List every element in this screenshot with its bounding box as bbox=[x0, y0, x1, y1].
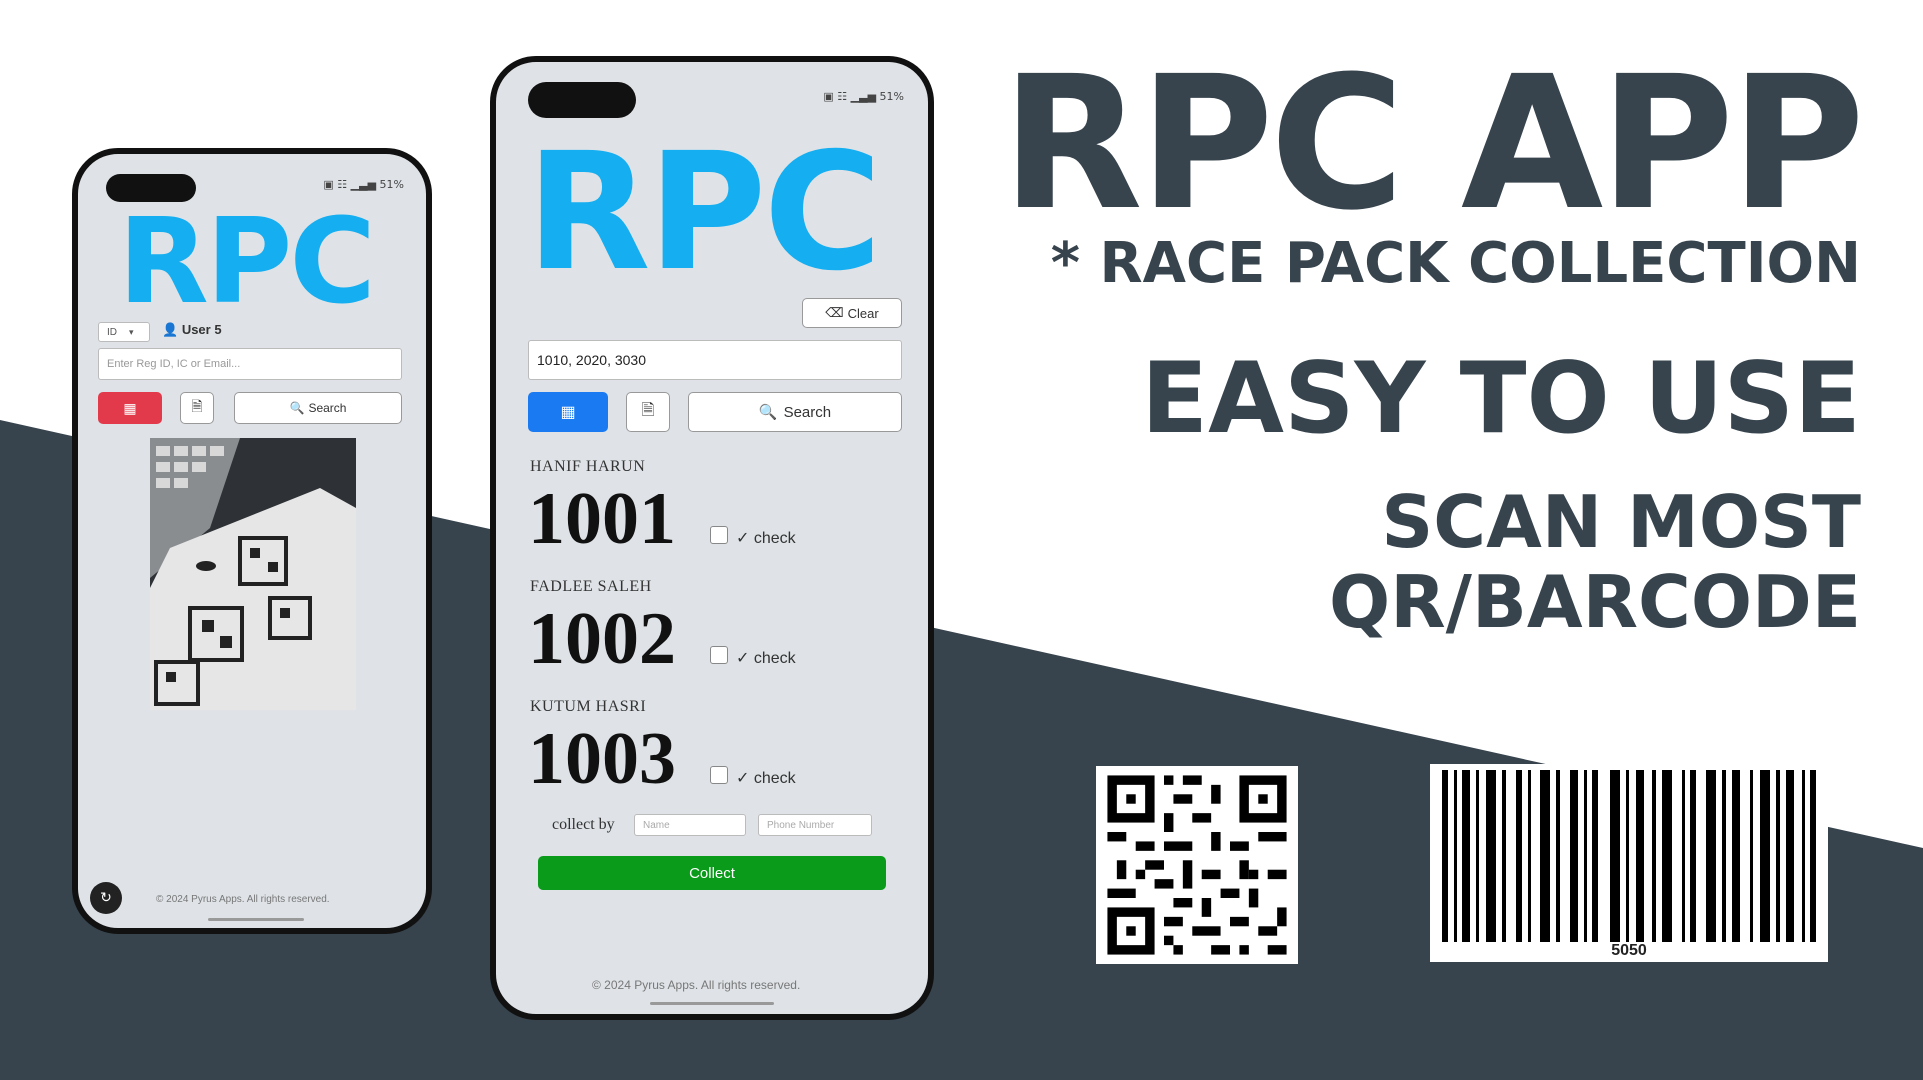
search-button-label: Search bbox=[308, 401, 347, 415]
result-checkbox[interactable] bbox=[710, 766, 728, 784]
phone-left: ▣ ☷ ▁▃▅ 51% RPC ID ▾ 👤 User 5 Enter Reg … bbox=[72, 148, 432, 934]
search-button[interactable]: 🔍 Search bbox=[234, 392, 402, 424]
scan-button[interactable]: ▦ bbox=[98, 392, 162, 424]
clear-button-label: Clear bbox=[847, 305, 879, 321]
home-indicator bbox=[650, 1002, 774, 1005]
eraser-icon: ⌫ bbox=[825, 305, 844, 320]
barcode-graphic: 5050 bbox=[1430, 764, 1828, 962]
search-placeholder: Enter Reg ID, IC or Email... bbox=[107, 358, 241, 370]
qr-scan-icon: ▦ bbox=[123, 399, 137, 416]
search-input[interactable]: 1010, 2020, 3030 bbox=[528, 340, 902, 380]
id-type-select[interactable]: ID ▾ bbox=[98, 322, 150, 342]
file-button[interactable]: 🗎 bbox=[626, 392, 670, 432]
hero-subtitle: * RACE PACK COLLECTION bbox=[1050, 231, 1861, 296]
phone-placeholder: Phone Number bbox=[767, 819, 835, 831]
search-button[interactable]: 🔍 Search bbox=[688, 392, 902, 432]
collect-button[interactable]: Collect bbox=[538, 856, 886, 890]
barcode-bars bbox=[1442, 770, 1816, 942]
result-check-label: ✓ check bbox=[736, 770, 796, 787]
camera-notch bbox=[528, 82, 636, 118]
result-name: HANIF HARUN bbox=[530, 458, 646, 475]
hero-tagline: EASY TO USE bbox=[1141, 342, 1861, 456]
hero-scan-line2: QR/BARCODE bbox=[1329, 560, 1861, 644]
file-icon: 🗎 bbox=[191, 398, 203, 414]
result-check-label: ✓ check bbox=[736, 650, 796, 667]
collect-button-label: Collect bbox=[689, 864, 735, 882]
qr-code-graphic bbox=[1096, 766, 1298, 964]
search-input[interactable]: Enter Reg ID, IC or Email... bbox=[98, 348, 402, 380]
user-icon: 👤 bbox=[162, 322, 179, 337]
app-logo: RPC bbox=[526, 119, 882, 307]
search-button-label: Search bbox=[783, 403, 832, 421]
result-name: KUTUM HASRI bbox=[530, 698, 647, 715]
status-bar: ▣ ☷ ▁▃▅ 51% bbox=[323, 178, 404, 191]
phone-right: ▣ ☷ ▁▃▅ 51% RPC ⌫ Clear 1010, 2020, 3030… bbox=[490, 56, 934, 1020]
hero-scan-line1: SCAN MOST bbox=[1381, 480, 1861, 564]
result-name: FADLEE SALEH bbox=[530, 578, 652, 595]
collect-by-label: collect by bbox=[552, 816, 615, 833]
result-number: 1001 bbox=[528, 478, 676, 560]
barcode-value: 5050 bbox=[1611, 942, 1647, 959]
result-number: 1003 bbox=[528, 718, 676, 800]
search-icon: 🔍 bbox=[289, 401, 305, 415]
footer-text: © 2024 Pyrus Apps. All rights reserved. bbox=[592, 978, 801, 992]
file-icon: 🗎 bbox=[641, 401, 655, 419]
file-button[interactable]: 🗎 bbox=[180, 392, 214, 424]
app-logo: RPC bbox=[118, 192, 376, 330]
user-label: User 5 bbox=[181, 322, 222, 337]
search-icon: 🔍 bbox=[758, 404, 778, 421]
hero-title: RPC APP bbox=[1001, 37, 1865, 251]
select-value: ID bbox=[107, 326, 117, 338]
result-checkbox[interactable] bbox=[710, 646, 728, 664]
search-value: 1010, 2020, 3030 bbox=[537, 352, 646, 368]
footer-text: © 2024 Pyrus Apps. All rights reserved. bbox=[156, 894, 330, 905]
chevron-down-icon: ▾ bbox=[129, 326, 134, 337]
result-check-label: ✓ check bbox=[736, 530, 796, 547]
status-bar: ▣ ☷ ▁▃▅ 51% bbox=[823, 90, 904, 103]
camera-preview bbox=[150, 438, 356, 710]
collector-phone-input[interactable]: Phone Number bbox=[758, 814, 872, 836]
user-indicator: 👤 User 5 bbox=[162, 322, 222, 338]
result-number: 1002 bbox=[528, 598, 676, 680]
floating-action-icon[interactable]: ↻ bbox=[90, 882, 122, 914]
result-checkbox[interactable] bbox=[710, 526, 728, 544]
clear-button[interactable]: ⌫ Clear bbox=[802, 298, 902, 328]
qr-scan-icon: ▦ bbox=[560, 404, 576, 421]
home-indicator bbox=[208, 918, 304, 921]
name-placeholder: Name bbox=[643, 819, 670, 831]
collector-name-input[interactable]: Name bbox=[634, 814, 746, 836]
scan-button[interactable]: ▦ bbox=[528, 392, 608, 432]
